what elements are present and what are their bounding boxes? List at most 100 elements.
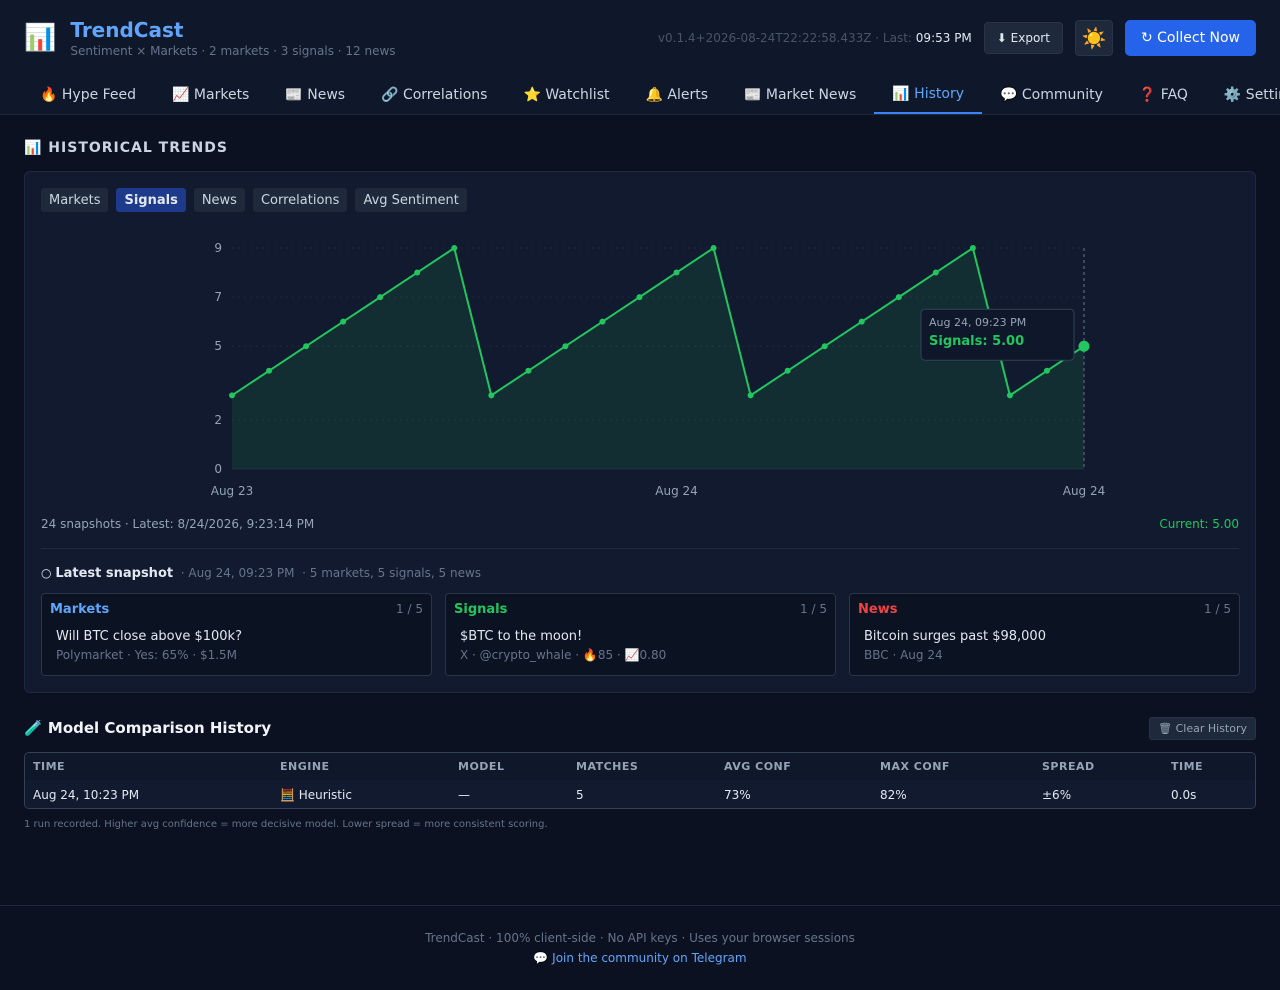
subtab-0[interactable]: Markets [41,188,109,212]
column-header[interactable]: MODEL [458,753,504,780]
latest-snapshot-title: Latest snapshot [55,566,174,581]
divider [41,548,1239,549]
card-headline: Will BTC close above $100k? [56,629,242,644]
footer-text: TrendCast · 100% client-side · No API ke… [425,931,855,945]
tab-0[interactable]: 🔥 Hype Feed [22,76,154,114]
tab-3[interactable]: 🔗 Correlations [363,76,505,114]
data-point [266,367,273,374]
y-tick-label: 9 [214,241,222,255]
data-point [858,318,865,325]
export-button[interactable]: ⬇ Export [983,22,1063,54]
card-meta: X · @crypto_whale · 🔥85 · 📈0.80 [460,648,667,662]
snapshot-summary: 24 snapshots · Latest: 8/24/2026, 9:23:1… [41,517,315,531]
tooltip-value: Signals: 5.00 [929,334,1024,349]
snapshot-card[interactable]: News 1 / 5 Bitcoin surges past $98,000 BBC … [849,593,1240,676]
circle-icon: ○ [41,566,52,580]
model-comparison-note: 1 run recorded. Higher avg confidence = … [24,819,548,830]
data-point [562,343,569,350]
data-point [969,245,976,251]
snapshot-cards: Markets 1 / 5 Will BTC close above $100k? P… [41,593,1240,676]
column-header[interactable]: MATCHES [576,753,638,780]
model-comparison-title: 🧪 Model Comparison History [24,719,272,737]
subtab-2[interactable]: News [193,188,245,212]
app-header: 📊 TrendCast Sentiment × Markets · 2 mark… [0,0,1280,76]
data-point [1043,367,1050,374]
tab-4[interactable]: ⭐ Watchlist [505,76,627,114]
column-header[interactable]: SPREAD [1042,753,1095,780]
data-point [747,392,754,399]
model-comparison-table: TIME ENGINE MODEL MATCHES AVG CONF MAX CONF SP… [24,752,1256,809]
subtab-4[interactable]: Avg Sentiment [355,188,467,212]
footer: TrendCast · 100% client-side · No API ke… [0,905,1280,990]
telegram-link[interactable]: 💬 Join the community on Telegram [0,951,1280,965]
data-point [895,294,902,301]
clear-history-button[interactable]: 🗑 Clear History [1149,717,1256,740]
data-point [784,367,791,374]
card-count: 1 / 5 [396,602,423,616]
latest-snapshot-header: ○ Latest snapshot · Aug 24, 09:23 PM · 5… [41,566,481,581]
tab-5[interactable]: 🔔 Alerts [627,76,726,114]
y-tick-label: 0 [214,462,222,476]
table-cell: 0.0s [1171,787,1197,802]
table-cell: ±6% [1042,787,1072,802]
table-cell: 🧮 Heuristic [280,787,352,802]
history-subtabs: Markets Signals News Correlations Avg Sentim… [41,188,467,212]
history-panel: Markets Signals News Correlations Avg Sentim… [24,171,1256,693]
column-header[interactable]: TIME [33,753,65,780]
card-headline: $BTC to the moon! [460,629,583,644]
data-point [599,318,606,325]
tab-7[interactable]: 📊 History [874,76,982,114]
card-headline: Bitcoin surges past $98,000 [864,629,1046,644]
table-cell: Aug 24, 10:23 PM [33,787,140,802]
y-tick-label: 2 [214,413,222,427]
tab-10[interactable]: ⚙️ Settings [1206,76,1280,114]
column-header[interactable]: TIME [1171,753,1203,780]
snapshot-card[interactable]: Signals 1 / 5 $BTC to the moon! X · @crypto… [445,593,836,676]
table-row: Aug 24, 10:23 PM 🧮 Heuristic — 5 73% 82% ±6% 0.… [25,780,1255,808]
header-actions: v0.1.4+2026-08-24T22:22:58.433Z · Last: … [658,20,1256,56]
tab-6[interactable]: 📰 Market News [726,76,874,114]
tab-8[interactable]: 💬 Community [982,76,1121,114]
card-meta: Polymarket · Yes: 65% · $1.5M [56,648,238,662]
tab-9[interactable]: ❓ FAQ [1121,76,1206,114]
history-chart: 0 2 5 7 9 Aug 23 Aug 24 Aug 24 Aug 24, 09:23 PM S… [211,241,1106,498]
table-cell: 5 [576,787,584,802]
version-info: v0.1.4+2026-08-24T22:22:58.433Z · Last: … [658,31,972,45]
y-tick-label: 7 [214,290,222,304]
y-tick-label: 5 [214,339,222,353]
tab-1[interactable]: 📈 Markets [154,76,267,114]
data-point [673,269,680,276]
card-count: 1 / 5 [1204,602,1231,616]
tab-2[interactable]: 📰 News [267,76,363,114]
data-point [229,392,235,399]
data-point [414,269,421,276]
tooltip-time: Aug 24, 09:23 PM [929,316,1026,329]
x-tick-label: Aug 23 [211,484,254,498]
data-point [932,269,939,276]
card-title: News [858,602,898,617]
data-point [1006,392,1013,399]
collect-now-button[interactable]: ↻ Collect Now [1124,20,1256,56]
app-title: TrendCast [70,18,184,42]
subtab-3[interactable]: Correlations [252,188,348,212]
subtab-1[interactable]: Signals [116,188,186,212]
data-point [377,294,384,301]
column-header[interactable]: MAX CONF [880,753,950,780]
table-header-row: TIME ENGINE MODEL MATCHES AVG CONF MAX CONF SP… [25,753,1255,780]
card-count: 1 / 5 [800,602,827,616]
data-point [525,367,532,374]
column-header[interactable]: ENGINE [280,753,330,780]
data-point [451,245,458,251]
latest-snapshot-counts: · 5 markets, 5 signals, 5 news [302,566,482,580]
theme-toggle-sun-icon[interactable]: ☀️ [1074,20,1113,56]
column-header[interactable]: AVG CONF [724,753,791,780]
version-text: v0.1.4+2026-08-24T22:22:58.433Z · Last: [657,31,912,45]
x-tick-label: Aug 24 [1063,484,1106,498]
last-collected-time: 09:53 PM [915,31,972,45]
data-point [710,245,717,251]
snapshot-card[interactable]: Markets 1 / 5 Will BTC close above $100k? P… [41,593,432,676]
x-tick-label: Aug 24 [655,484,698,498]
table-cell: 73% [724,787,751,802]
data-point [488,392,495,399]
chart-logo-icon: 📊 [24,23,57,53]
